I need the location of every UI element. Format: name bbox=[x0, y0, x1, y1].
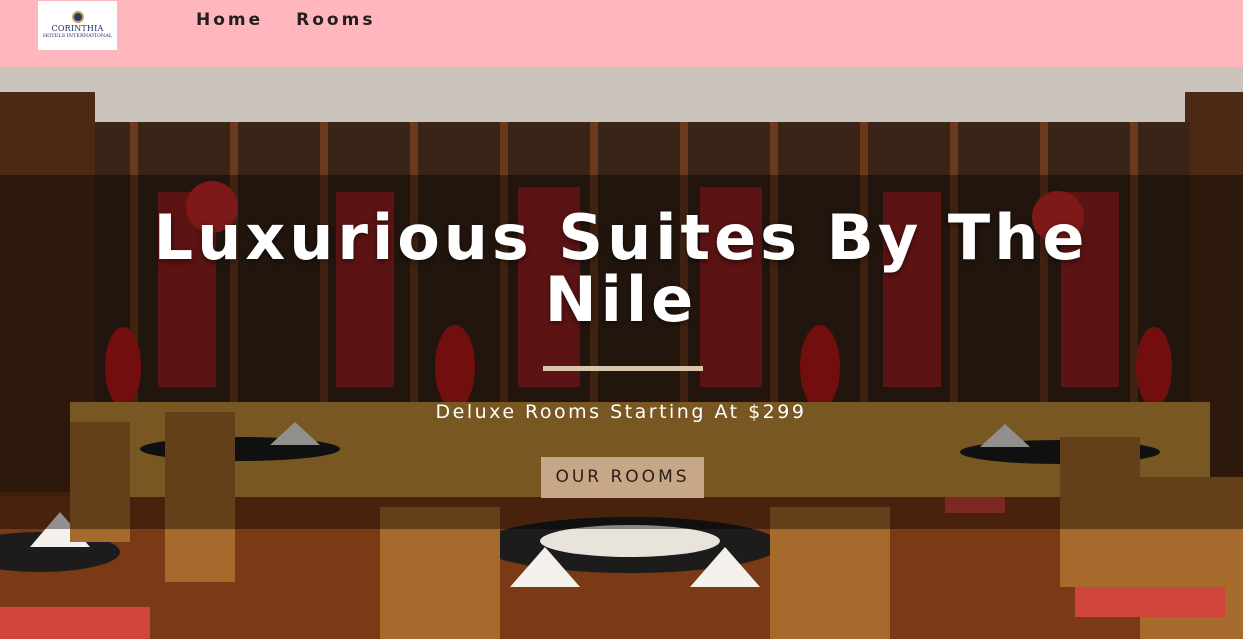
nav-rooms-link[interactable]: Rooms bbox=[296, 10, 375, 30]
main-nav: Home Rooms bbox=[196, 10, 375, 30]
nav-home-link[interactable]: Home bbox=[196, 10, 263, 30]
hero-divider bbox=[543, 366, 703, 371]
hero-title: Luxurious Suites By The Nile bbox=[153, 201, 1089, 336]
hero-section: Luxurious Suites By The Nile Deluxe Room… bbox=[0, 67, 1243, 639]
corinthia-logo[interactable]: CORINTHIA HOTELS INTERNATIONAL bbox=[38, 1, 117, 50]
logo-name: CORINTHIA bbox=[51, 24, 104, 33]
logo-subtitle: HOTELS INTERNATIONAL bbox=[42, 33, 113, 39]
site-header: CORINTHIA HOTELS INTERNATIONAL Home Room… bbox=[0, 0, 1243, 67]
our-rooms-button[interactable]: OUR ROOMS bbox=[541, 457, 704, 498]
hero-subtitle: Deluxe Rooms Starting At $299 bbox=[435, 401, 807, 423]
logo-emblem-icon bbox=[71, 11, 84, 23]
